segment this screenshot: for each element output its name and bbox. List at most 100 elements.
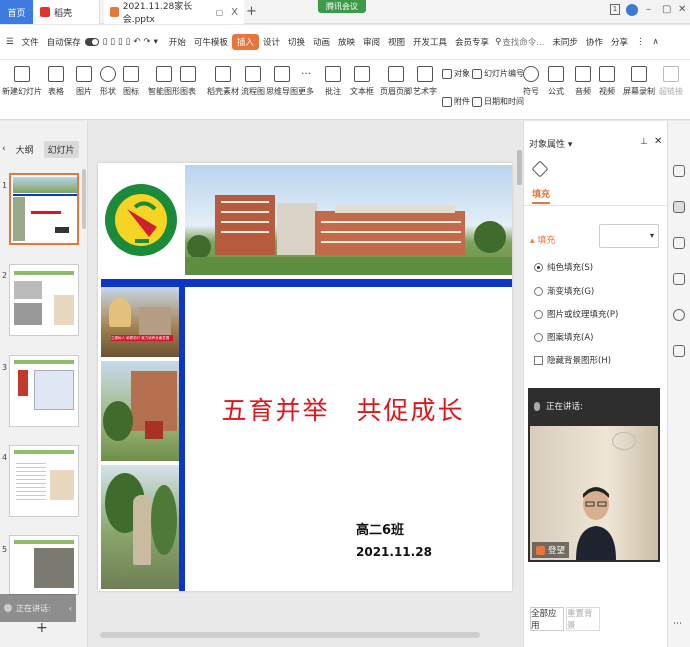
fill-section-header[interactable]: ▴ 填充 <box>530 233 555 246</box>
pin-icon[interactable]: ⊥ <box>640 137 648 147</box>
option-pattern-fill[interactable]: 图案填充(A) <box>534 331 593 343</box>
menu-item-transition[interactable]: 切换 <box>284 36 309 48</box>
settings-icon[interactable] <box>673 345 685 357</box>
search-command[interactable]: 查找命令... <box>502 36 548 48</box>
copy-icon[interactable] <box>673 273 685 285</box>
maximize-icon[interactable]: ▢ <box>662 4 671 15</box>
hide-background-option[interactable]: 隐藏背景图形(H) <box>534 354 611 366</box>
header-footer-button[interactable]: 页眉页脚 <box>380 66 412 97</box>
tab-daoke[interactable]: 稻壳 <box>34 0 100 24</box>
radio-pattern[interactable] <box>534 332 543 342</box>
menu-file[interactable]: 文件 <box>18 36 43 48</box>
collab-button[interactable]: 协作 <box>582 36 607 48</box>
menu-item-member[interactable]: 会员专享 <box>451 36 493 48</box>
meeting-date[interactable]: 2021.11.28 <box>356 545 432 559</box>
menu-item-animation[interactable]: 动画 <box>309 36 334 48</box>
attachment-button[interactable]: 附件 <box>442 96 470 107</box>
page-count-icon[interactable]: 1 <box>610 4 620 15</box>
daoke-material-button[interactable]: 稻壳素材 <box>207 66 239 97</box>
reset-background-button[interactable]: 重置背景 <box>566 607 600 631</box>
new-slide-button[interactable]: 新建幻灯片 <box>2 66 42 97</box>
option-gradient-fill[interactable]: 渐变填充(G) <box>534 285 594 297</box>
pin-shape-icon[interactable] <box>673 237 685 249</box>
date-time-button[interactable]: 日期和时间 <box>472 96 524 107</box>
autosave-toggle[interactable] <box>84 38 99 46</box>
table-button[interactable]: 表格 <box>48 66 64 97</box>
slide-thumb-2[interactable] <box>9 264 79 336</box>
more-button[interactable]: … 更多 <box>298 66 314 97</box>
fill-bucket-icon[interactable] <box>531 160 549 178</box>
menu-item-developer[interactable]: 开发工具 <box>409 36 451 48</box>
picture-button[interactable]: 图片 <box>76 66 92 97</box>
share-button[interactable]: 分享 <box>607 36 632 48</box>
animation-icon[interactable] <box>673 165 685 177</box>
more-options-icon[interactable]: ⋯ <box>673 619 682 629</box>
class-label[interactable]: 高二6班 <box>356 519 404 538</box>
more-icon[interactable]: ⋮ <box>632 37 649 47</box>
radio-solid[interactable] <box>534 262 543 272</box>
symbol-button[interactable]: 符号 <box>523 66 539 97</box>
slide-thumb-4[interactable] <box>9 445 79 517</box>
smartart-button[interactable]: 智能图形 <box>148 66 180 97</box>
tab-outline[interactable]: 大纲 <box>12 141 38 158</box>
apply-all-button[interactable]: 全部应用 <box>530 607 564 631</box>
fill-color-select[interactable]: ▾ <box>599 224 659 248</box>
toolbar-quick-icons[interactable]: ▯▯▯▯↶↷▾ <box>99 37 165 47</box>
chart-button[interactable]: 图表 <box>180 66 196 97</box>
collapse-icon[interactable]: ‹ <box>69 604 76 613</box>
mindmap-button[interactable]: 思维导图 <box>266 66 298 97</box>
search-icon[interactable]: ⚲ <box>493 37 502 47</box>
tab-document[interactable]: 2021.11.28家长会.pptx ▢ X <box>104 0 244 25</box>
menu-item-view[interactable]: 视图 <box>384 36 409 48</box>
screen-record-button[interactable]: 屏幕录制 <box>623 66 655 97</box>
option-solid-fill[interactable]: 纯色填充(S) <box>534 261 593 273</box>
video-button[interactable]: 视频 <box>599 66 615 97</box>
close-panel-icon[interactable]: ✕ <box>654 136 662 147</box>
tab-home[interactable]: 首页 <box>0 0 33 24</box>
new-tab-icon[interactable]: + <box>246 4 257 19</box>
minimize-icon[interactable]: – <box>646 4 651 15</box>
radio-picture[interactable] <box>534 309 543 319</box>
audio-button[interactable]: 音频 <box>575 66 591 97</box>
collapse-ribbon-icon[interactable]: ∧ <box>648 37 662 47</box>
menu-item-insert[interactable]: 插入 <box>231 34 259 50</box>
slide-title[interactable]: 五育并举 共促成长 <box>218 391 468 427</box>
hyperlink-button[interactable]: 超链接 <box>659 66 683 97</box>
menu-item-template[interactable]: 可牛模板 <box>190 36 232 48</box>
slide-thumb-3[interactable] <box>9 355 79 427</box>
menu-item-start[interactable]: 开始 <box>165 36 190 48</box>
avatar[interactable] <box>626 4 638 16</box>
slide[interactable]: 立德树人 砥砺前行 致力培养全面发展 五育并举 共促成长 高二6班 2021.1… <box>98 163 512 591</box>
horizontal-scrollbar[interactable] <box>100 632 480 638</box>
shape-button[interactable]: 形状 <box>100 66 116 97</box>
slide-number-button[interactable]: 幻灯片编号 <box>472 68 524 79</box>
menu-item-slideshow[interactable]: 放映 <box>334 36 359 48</box>
menu-icon[interactable]: ☰ <box>2 37 18 47</box>
close-icon[interactable]: ✕ <box>678 4 686 15</box>
radio-gradient[interactable] <box>534 286 543 296</box>
option-picture-fill[interactable]: 图片或纹理填充(P) <box>534 308 618 320</box>
meeting-indicator[interactable]: 腾讯会议 <box>318 0 366 13</box>
tab-slides[interactable]: 幻灯片 <box>43 140 79 158</box>
add-slide-icon[interactable]: + <box>36 620 48 636</box>
slide-thumb-5[interactable] <box>9 535 79 595</box>
formula-button[interactable]: 公式 <box>548 66 564 97</box>
meeting-video-window[interactable]: 正在讲话: 登望 <box>528 388 660 562</box>
properties-icon[interactable] <box>673 201 685 213</box>
menu-item-design[interactable]: 设计 <box>259 36 284 48</box>
help-icon[interactable] <box>673 309 685 321</box>
slide-thumb-1[interactable] <box>9 173 79 245</box>
fill-tab[interactable]: 填充 <box>532 187 551 204</box>
wordart-button[interactable]: 艺术字 <box>413 66 437 97</box>
textbox-button[interactable]: 文本框 <box>350 66 374 97</box>
tab-close-icon[interactable]: X <box>231 7 238 18</box>
sync-status[interactable]: 未同步 <box>548 36 582 48</box>
object-button[interactable]: 对象 <box>442 68 470 79</box>
vertical-scrollbar[interactable] <box>517 150 522 185</box>
icon-button[interactable]: 图标 <box>123 66 139 97</box>
flowchart-button[interactable]: 流程图 <box>241 66 265 97</box>
menu-item-review[interactable]: 审阅 <box>359 36 384 48</box>
panel-scrollbar[interactable] <box>82 169 86 229</box>
collapse-panel-icon[interactable]: ‹ <box>2 144 6 154</box>
comment-button[interactable]: 批注 <box>325 66 341 97</box>
